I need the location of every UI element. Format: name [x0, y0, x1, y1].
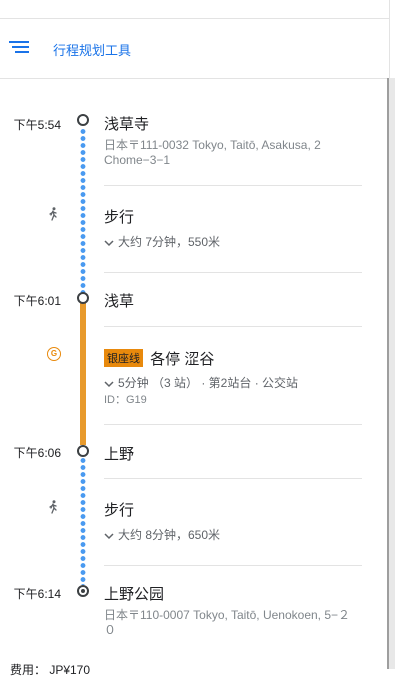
top-strip — [0, 0, 390, 19]
walk-route-line-2 — [80, 457, 86, 585]
walking-icon — [49, 207, 57, 221]
divider — [104, 424, 362, 425]
transit-detail-text: 5分钟 （3 站） · 第2站台 · 公交站 — [118, 376, 299, 390]
walk-mode-label: 步行 — [104, 209, 135, 226]
stop-time: 下午6:14 — [13, 587, 61, 601]
trip-planner-title[interactable]: 行程规划工具 — [53, 40, 131, 59]
menu-icon[interactable] — [9, 40, 33, 54]
fare-text: 费用： JP¥170 — [10, 663, 91, 677]
walk-mode-label: 步行 — [104, 502, 135, 519]
destination-node-icon — [77, 585, 89, 597]
station-node-icon — [77, 292, 89, 304]
map-edge — [387, 78, 395, 669]
origin-address: 日本〒111-0032 Tokyo, Taitō, Asakusa, 2 Cho… — [104, 138, 321, 167]
divider — [104, 185, 362, 186]
walk-detail-text: 大约 8分钟，650米 — [118, 528, 221, 542]
line-chip: 银座线 — [104, 349, 143, 367]
divider — [104, 326, 362, 327]
stop-time: 下午5:54 — [13, 118, 61, 132]
chevron-down-icon — [104, 533, 114, 539]
station-name[interactable]: 上野 — [104, 443, 134, 464]
walk-details-toggle[interactable]: 大约 8分钟，650米 — [104, 526, 220, 543]
ginza-line-icon: G — [47, 347, 61, 361]
chevron-down-icon — [104, 240, 114, 246]
destination: 涩谷 — [184, 351, 215, 368]
service-type: 各停 — [150, 351, 181, 368]
divider — [104, 272, 362, 273]
walk-route-line-1 — [80, 128, 86, 293]
stop-id: ID：G19 — [104, 394, 147, 406]
transit-title: 银座线 各停 涩谷 — [104, 348, 214, 369]
transit-details-toggle[interactable]: 5分钟 （3 站） · 第2站台 · 公交站 — [104, 374, 298, 391]
walking-icon — [49, 500, 57, 514]
stop-time: 下午6:06 — [13, 446, 61, 460]
stop-time: 下午6:01 — [13, 294, 61, 308]
divider — [104, 565, 362, 566]
chevron-down-icon — [104, 381, 114, 387]
walk-details-toggle[interactable]: 大约 7分钟，550米 — [104, 233, 220, 250]
station-node-icon — [77, 445, 89, 457]
destination-name[interactable]: 上野公园 — [104, 583, 164, 604]
origin-node-icon — [77, 114, 89, 126]
origin-name[interactable]: 浅草寺 — [104, 113, 149, 134]
station-name[interactable]: 浅草 — [104, 290, 134, 311]
walk-detail-text: 大约 7分钟，550米 — [118, 235, 221, 249]
transit-route-line — [80, 303, 86, 445]
destination-address: 日本〒110-0007 Tokyo, Taitō, Uenokoen, 5−２０ — [104, 608, 351, 637]
divider — [104, 478, 362, 479]
